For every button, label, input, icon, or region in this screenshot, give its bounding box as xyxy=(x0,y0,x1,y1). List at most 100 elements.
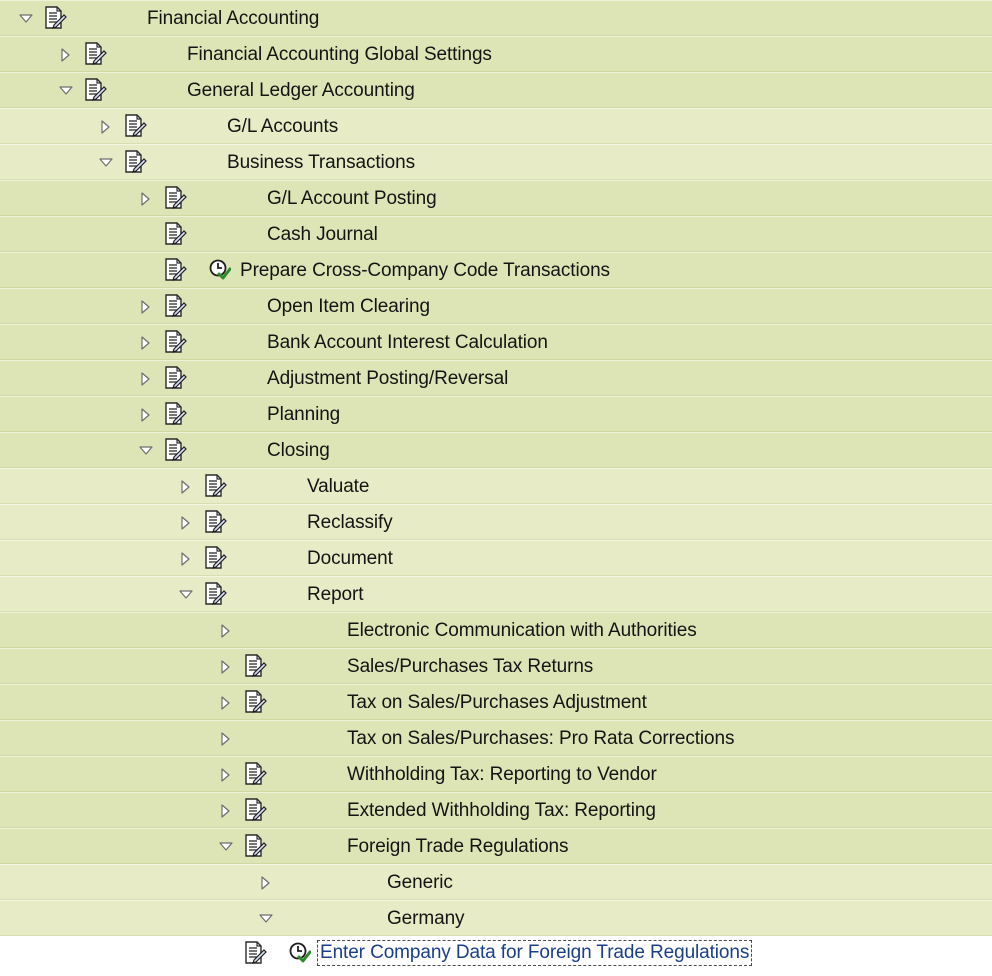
tree-node-row[interactable]: Valuate xyxy=(0,468,992,504)
tree-node-label[interactable]: Adjustment Posting/Reversal xyxy=(267,368,508,390)
documentation-icon[interactable] xyxy=(163,258,187,282)
tree-node-row[interactable]: Business Transactions xyxy=(0,144,992,180)
documentation-icon[interactable] xyxy=(203,510,227,534)
tree-node-label[interactable]: Report xyxy=(307,584,364,606)
tree-node-label[interactable]: Open Item Clearing xyxy=(267,296,430,318)
tree-node-row[interactable]: Generic xyxy=(0,864,992,900)
tree-node-label[interactable]: Valuate xyxy=(307,476,369,498)
tree-node-row[interactable]: Reclassify xyxy=(0,504,992,540)
expand-triangle-icon[interactable] xyxy=(258,875,274,891)
expand-triangle-icon[interactable] xyxy=(58,47,74,63)
tree-node-row[interactable]: Withholding Tax: Reporting to Vendor xyxy=(0,756,992,792)
tree-node-row[interactable]: Planning xyxy=(0,396,992,432)
expand-triangle-icon[interactable] xyxy=(98,119,114,135)
documentation-icon[interactable] xyxy=(43,6,67,30)
documentation-icon[interactable] xyxy=(203,474,227,498)
expand-triangle-icon[interactable] xyxy=(138,371,154,387)
documentation-icon[interactable] xyxy=(163,330,187,354)
tree-node-row[interactable]: Cash Journal xyxy=(0,216,992,252)
tree-node-row[interactable]: Foreign Trade Regulations xyxy=(0,828,992,864)
tree-node-label[interactable]: Document xyxy=(307,548,393,570)
documentation-icon[interactable] xyxy=(243,690,267,714)
tree-node-row[interactable]: Adjustment Posting/Reversal xyxy=(0,360,992,396)
tree-node-row[interactable]: Open Item Clearing xyxy=(0,288,992,324)
tree-node-row[interactable]: Financial Accounting xyxy=(0,0,992,36)
tree-node-label[interactable]: General Ledger Accounting xyxy=(187,80,415,102)
expand-triangle-icon[interactable] xyxy=(218,695,234,711)
documentation-icon[interactable] xyxy=(163,438,187,462)
tree-node-label[interactable]: Financial Accounting xyxy=(147,8,319,30)
tree-node-row[interactable]: Closing xyxy=(0,432,992,468)
tree-node-label[interactable]: Tax on Sales/Purchases Adjustment xyxy=(347,692,647,714)
tree-node-label[interactable]: Generic xyxy=(387,872,453,894)
tree-node-label[interactable]: Extended Withholding Tax: Reporting xyxy=(347,800,656,822)
tree-node-row[interactable]: Document xyxy=(0,540,992,576)
tree-node-label[interactable]: Germany xyxy=(387,908,465,930)
tree-node-row[interactable]: G/L Account Posting xyxy=(0,180,992,216)
collapse-triangle-icon[interactable] xyxy=(18,11,34,27)
documentation-icon[interactable] xyxy=(163,294,187,318)
collapse-triangle-icon[interactable] xyxy=(138,443,154,459)
expand-triangle-icon[interactable] xyxy=(218,731,234,747)
tree-node-label[interactable]: Withholding Tax: Reporting to Vendor xyxy=(347,764,657,786)
expand-triangle-icon[interactable] xyxy=(178,479,194,495)
collapse-triangle-icon[interactable] xyxy=(218,839,234,855)
collapse-triangle-icon[interactable] xyxy=(258,911,274,927)
expand-triangle-icon[interactable] xyxy=(178,551,194,567)
tree-node-row[interactable]: General Ledger Accounting xyxy=(0,72,992,108)
tree-node-label[interactable]: Financial Accounting Global Settings xyxy=(187,44,492,66)
collapse-triangle-icon[interactable] xyxy=(58,83,74,99)
tree-node-row[interactable]: Sales/Purchases Tax Returns xyxy=(0,648,992,684)
execute-clock-icon[interactable] xyxy=(289,942,312,964)
documentation-icon[interactable] xyxy=(203,582,227,606)
documentation-icon[interactable] xyxy=(203,546,227,570)
tree-node-row[interactable]: Bank Account Interest Calculation xyxy=(0,324,992,360)
documentation-icon[interactable] xyxy=(83,78,107,102)
tree-node-row[interactable]: Tax on Sales/Purchases Adjustment xyxy=(0,684,992,720)
documentation-icon[interactable] xyxy=(243,762,267,786)
tree-node-label[interactable]: Cash Journal xyxy=(267,224,378,246)
tree-node-label[interactable]: G/L Account Posting xyxy=(267,188,437,210)
tree-node-label[interactable]: Reclassify xyxy=(307,512,393,534)
documentation-icon[interactable] xyxy=(123,150,147,174)
expand-triangle-icon[interactable] xyxy=(178,515,194,531)
expand-triangle-icon[interactable] xyxy=(218,623,234,639)
execute-clock-icon[interactable] xyxy=(209,259,232,281)
documentation-icon[interactable] xyxy=(243,834,267,858)
tree-node-row[interactable]: Extended Withholding Tax: Reporting xyxy=(0,792,992,828)
documentation-icon[interactable] xyxy=(243,798,267,822)
tree-node-row[interactable]: G/L Accounts xyxy=(0,108,992,144)
tree-node-label[interactable]: Closing xyxy=(267,440,330,462)
documentation-icon[interactable] xyxy=(163,402,187,426)
tree-node-row[interactable]: Prepare Cross-Company Code Transactions xyxy=(0,252,992,288)
expand-triangle-icon[interactable] xyxy=(138,335,154,351)
tree-node-row[interactable]: Germany xyxy=(0,900,992,936)
tree-node-label[interactable]: Tax on Sales/Purchases: Pro Rata Correct… xyxy=(347,728,735,750)
tree-node-row[interactable]: Report xyxy=(0,576,992,612)
expand-triangle-icon[interactable] xyxy=(138,191,154,207)
tree-node-label[interactable]: G/L Accounts xyxy=(227,116,338,138)
expand-triangle-icon[interactable] xyxy=(138,299,154,315)
expand-triangle-icon[interactable] xyxy=(138,407,154,423)
tree-node-row[interactable]: Electronic Communication with Authoritie… xyxy=(0,612,992,648)
documentation-icon[interactable] xyxy=(83,42,107,66)
tree-node-label[interactable]: Electronic Communication with Authoritie… xyxy=(347,620,697,642)
collapse-triangle-icon[interactable] xyxy=(98,155,114,171)
tree-node-row[interactable]: Financial Accounting Global Settings xyxy=(0,36,992,72)
documentation-icon[interactable] xyxy=(163,222,187,246)
documentation-icon[interactable] xyxy=(163,366,187,390)
documentation-icon[interactable] xyxy=(123,114,147,138)
tree-node-row[interactable]: Tax on Sales/Purchases: Pro Rata Correct… xyxy=(0,720,992,756)
documentation-icon[interactable] xyxy=(243,941,267,965)
expand-triangle-icon[interactable] xyxy=(218,659,234,675)
tree-node-label[interactable]: Bank Account Interest Calculation xyxy=(267,332,548,354)
collapse-triangle-icon[interactable] xyxy=(178,587,194,603)
tree-node-label[interactable]: Business Transactions xyxy=(227,152,415,174)
documentation-icon[interactable] xyxy=(163,186,187,210)
tree-node-label[interactable]: Planning xyxy=(267,404,340,426)
expand-triangle-icon[interactable] xyxy=(218,803,234,819)
expand-triangle-icon[interactable] xyxy=(218,767,234,783)
tree-node-row[interactable]: Enter Company Data for Foreign Trade Reg… xyxy=(0,936,992,972)
documentation-icon[interactable] xyxy=(243,654,267,678)
tree-node-label[interactable]: Foreign Trade Regulations xyxy=(347,836,569,858)
